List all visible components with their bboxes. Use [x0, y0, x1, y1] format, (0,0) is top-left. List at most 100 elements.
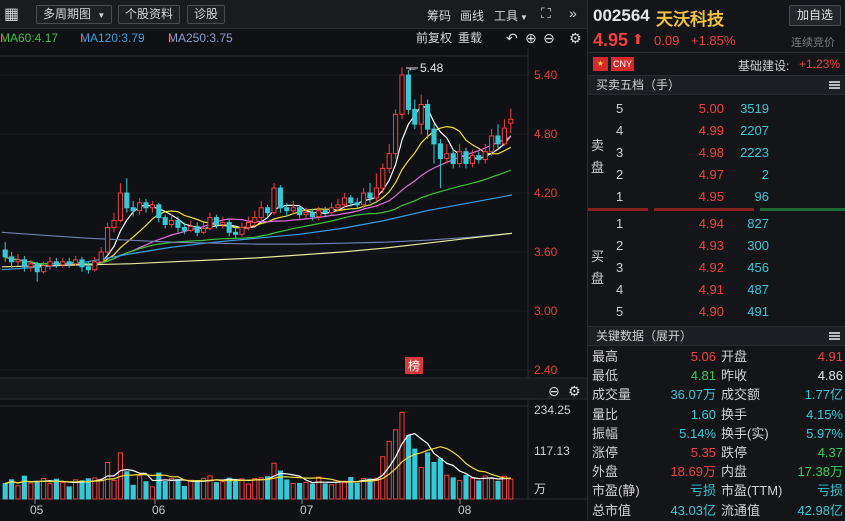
key-data-label: 外盘 — [592, 464, 619, 480]
volume-bar — [207, 475, 213, 500]
ask-level-row[interactable]: 1 4.95 96 — [588, 186, 845, 208]
volume-bar — [130, 484, 136, 500]
volume-bar — [53, 478, 59, 500]
level-price: 4.92 — [698, 260, 724, 275]
candle-body — [169, 220, 175, 225]
bang-badge[interactable]: 榜 — [405, 357, 423, 374]
ask-divider — [588, 208, 648, 211]
price-tick-label: 4.80 — [534, 127, 558, 141]
key-data-item: 开盘 4.91 — [721, 347, 843, 366]
key-data-item: 市盈(TTM) 亏损 — [721, 481, 843, 500]
month-label: 07 — [300, 503, 314, 517]
candle-body — [207, 217, 213, 229]
volume-bar — [226, 477, 232, 500]
level-number: 3 — [616, 145, 624, 160]
trading-status: 连续竞价 — [791, 37, 835, 49]
ask-level-row[interactable]: 4 4.99 2207 — [588, 120, 845, 142]
candle-body — [194, 225, 200, 233]
adjust-button[interactable]: 前复权 — [416, 29, 452, 48]
volume-settings-icon[interactable]: ⚙ — [568, 384, 581, 400]
zoom-in-icon[interactable]: ⊕ — [525, 29, 537, 48]
bid-level-row[interactable]: 5 4.90 491 — [588, 301, 845, 323]
candlesticks — [2, 67, 514, 282]
profile-button[interactable]: 个股资料 — [118, 5, 181, 24]
sector-pct: +1.23% — [799, 57, 841, 71]
volume-bar — [386, 440, 392, 500]
tools-button[interactable]: 工具 ▼ — [494, 7, 528, 24]
candle-body — [277, 187, 283, 209]
undo-icon[interactable]: ↶ — [506, 29, 518, 48]
volume-bar — [425, 452, 431, 500]
level-number: 5 — [616, 101, 624, 116]
level-price: 4.93 — [698, 238, 724, 253]
draw-line-button[interactable]: 画线 — [460, 7, 484, 24]
high-marker-value: 5.48 — [420, 61, 444, 75]
key-data-value: 17.38万 — [797, 464, 843, 480]
period-button[interactable]: 多周期图 ▼ — [36, 5, 113, 24]
candle-body — [79, 259, 85, 268]
key-data-value: 43.03亿 — [670, 502, 716, 518]
volume-bar — [162, 481, 168, 500]
fullscreen-icon[interactable]: ⛶ — [541, 5, 551, 22]
key-data-value: 5.14% — [679, 425, 716, 441]
month-label: 05 — [30, 503, 44, 517]
time-axis: 05 06 07 08 — [30, 499, 472, 517]
key-data-value: 5.06 — [690, 349, 716, 364]
bid-level-row[interactable]: 1 4.94 827 — [588, 213, 845, 235]
volume-bar — [316, 476, 322, 500]
volume-bar — [495, 480, 501, 500]
key-data-item: 外盘 18.69万 — [592, 462, 716, 481]
candle-body — [252, 217, 258, 223]
add-watchlist-button[interactable]: 加自选 — [789, 5, 841, 26]
candle-body — [143, 202, 149, 209]
volume-bar — [15, 485, 21, 500]
key-data-label: 开盘 — [721, 349, 748, 364]
candle-body — [418, 104, 424, 125]
key-data-value: 18.69万 — [670, 464, 716, 480]
candle-body — [117, 192, 123, 222]
candle-body — [73, 259, 79, 265]
grid-icon[interactable]: ▦ — [4, 4, 19, 24]
keydata-header[interactable]: 关键数据（展开） — [588, 326, 845, 346]
candle-body — [341, 197, 347, 206]
level-price: 4.98 — [698, 145, 724, 160]
candle-body — [85, 266, 91, 271]
settings-icon[interactable]: ⚙ — [569, 29, 582, 48]
collapse-right-icon[interactable]: » — [569, 5, 577, 21]
candle-body — [469, 155, 475, 164]
menu-icon[interactable] — [829, 81, 840, 89]
stock-code: 002564 — [593, 6, 650, 25]
key-data-item: 流通值 42.98亿 — [721, 501, 843, 520]
chips-button[interactable]: 筹码 — [427, 7, 451, 24]
key-data-value: 4.86 — [817, 368, 843, 384]
key-data-item: 振幅 5.14% — [592, 424, 716, 443]
bid-level-row[interactable]: 4 4.91 487 — [588, 279, 845, 301]
volume-zoom-out-icon[interactable]: ⊖ — [548, 384, 560, 400]
ask-level-row[interactable]: 5 5.00 3519 — [588, 98, 845, 120]
sector-label[interactable]: 基础建设: — [738, 57, 789, 74]
key-data-value: 亏损 — [689, 483, 716, 499]
menu-icon[interactable] — [829, 332, 840, 340]
zoom-out-icon[interactable]: ⊖ — [543, 29, 555, 48]
bid-level-row[interactable]: 2 4.93 300 — [588, 235, 845, 257]
price-change-pct: +1.85% — [691, 33, 736, 48]
level-price: 4.99 — [698, 123, 724, 138]
volume-bar — [156, 472, 162, 500]
diagnose-button[interactable]: 诊股 — [187, 5, 226, 24]
kline-chart[interactable]: 5.40 4.80 4.20 3.60 3.00 2.40 ← 5.48 榜 ⊖ ⚙ 23… — [0, 48, 587, 521]
volume-bar — [220, 481, 226, 500]
overlay-button[interactable]: 重载 — [458, 29, 482, 48]
volume-bar — [47, 483, 53, 500]
month-label: 08 — [458, 503, 472, 517]
candle-body — [412, 108, 418, 125]
key-data-label: 内盘 — [721, 464, 748, 480]
volume-bar — [194, 481, 200, 500]
ask-level-row[interactable]: 2 4.97 2 — [588, 164, 845, 186]
key-data-item: 换手(实) 5.97% — [721, 424, 843, 443]
volume-bar — [508, 478, 514, 500]
candle-body — [239, 226, 245, 235]
vol-tick-mid: 117.13 — [534, 444, 570, 458]
volume-bar — [457, 480, 463, 500]
ask-level-row[interactable]: 3 4.98 2223 — [588, 142, 845, 164]
bid-level-row[interactable]: 3 4.92 456 — [588, 257, 845, 279]
